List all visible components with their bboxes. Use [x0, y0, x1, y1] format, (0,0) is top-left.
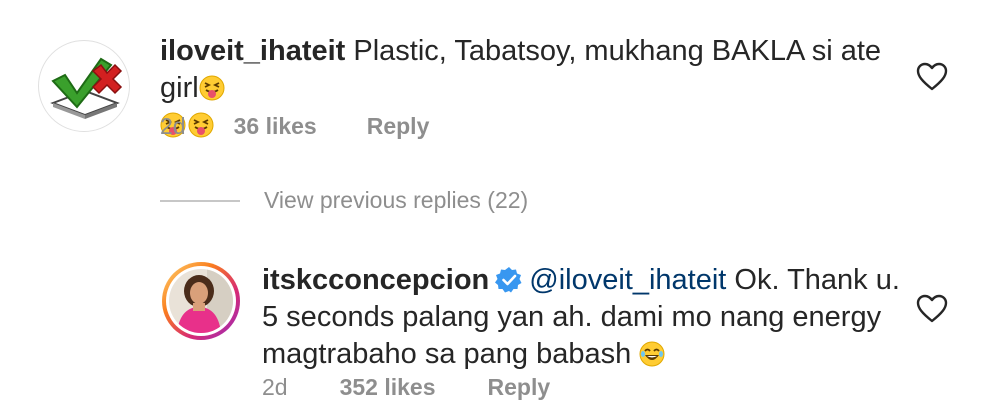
comment-2-body: itskcconcepcion @iloveit_ihateit Ok. Tha…: [262, 262, 902, 373]
comment-username[interactable]: iloveit_ihateit: [160, 35, 345, 67]
mention-link[interactable]: @iloveit_ihateit: [529, 264, 726, 296]
avatar-itskcconcepcion[interactable]: [162, 262, 240, 340]
squinting-tongue-emoji-icon: [199, 74, 225, 101]
comment-time: 2d: [160, 113, 186, 139]
comment-text-line-3: magtrabaho sa pang babash: [262, 338, 632, 370]
view-previous-replies[interactable]: View previous replies (22): [160, 187, 528, 214]
comment-time: 2d: [262, 374, 288, 400]
avatar-iloveit-ihateit[interactable]: [38, 40, 130, 132]
likes-count[interactable]: 36 likes: [234, 113, 317, 140]
verified-badge-icon: [495, 266, 523, 294]
laughing-emoji-icon: [639, 340, 665, 367]
profile-photo-icon: [169, 269, 233, 333]
reply-button[interactable]: Reply: [488, 374, 551, 401]
view-previous-replies-label[interactable]: View previous replies (22): [264, 187, 528, 214]
checkmark-x-logo-icon: [50, 57, 123, 119]
comment-1-meta: 2d 36 likes Reply: [160, 113, 429, 140]
comment-text-line-2: 5 seconds palang yan ah. dami mo nang en…: [262, 301, 882, 333]
like-heart-icon[interactable]: [916, 62, 948, 92]
comment-username[interactable]: itskcconcepcion: [262, 264, 489, 296]
likes-count[interactable]: 352 likes: [340, 374, 436, 401]
comment-text-line-1: Ok. Thank u.: [734, 264, 900, 296]
like-heart-icon[interactable]: [916, 294, 948, 324]
divider-line: [160, 199, 240, 202]
comment-2-meta: 2d 352 likes Reply: [262, 374, 550, 401]
reply-button[interactable]: Reply: [367, 113, 430, 140]
